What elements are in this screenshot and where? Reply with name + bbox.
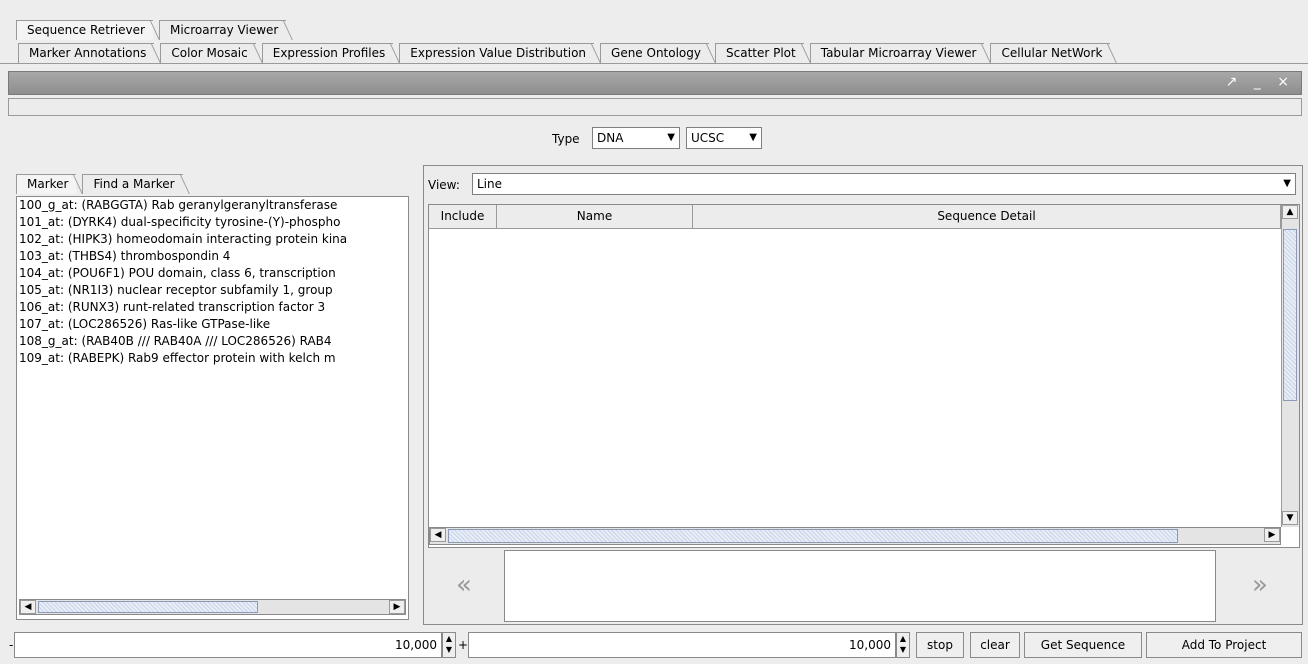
tab-gene-ontology[interactable]: Gene Ontology — [600, 43, 709, 63]
scroll-thumb[interactable] — [38, 601, 258, 613]
column-header-name[interactable]: Name — [497, 205, 693, 229]
scroll-right-icon[interactable]: ▶ — [389, 600, 405, 614]
upstream-spinner[interactable]: ▲ ▼ — [442, 632, 456, 658]
marker-list[interactable]: 100_g_at: (RABGGTA) Rab geranylgeranyltr… — [16, 196, 409, 620]
marker-items: 100_g_at: (RABGGTA) Rab geranylgeranyltr… — [17, 197, 408, 367]
source-select[interactable]: UCSC ▼ — [686, 127, 762, 149]
view-value: Line — [477, 177, 503, 191]
list-item[interactable]: 109_at: (RABEPK) Rab9 effector protein w… — [17, 350, 408, 367]
scroll-right-icon[interactable]: ▶ — [1264, 528, 1280, 542]
stop-button[interactable]: stop — [916, 632, 964, 658]
scroll-thumb-vertical[interactable] — [1283, 229, 1297, 401]
list-item[interactable]: 103_at: (THBS4) thrombospondin 4 — [17, 248, 408, 265]
scroll-down-icon[interactable]: ▼ — [1282, 511, 1298, 525]
scroll-up-icon[interactable]: ▲ — [1282, 205, 1298, 219]
list-item[interactable]: 101_at: (DYRK4) dual-specificity tyrosin… — [17, 214, 408, 231]
list-item[interactable]: 105_at: (NR1I3) nuclear receptor subfami… — [17, 282, 408, 299]
component-title-bar: ↗ _ × — [8, 71, 1302, 95]
chevron-down-icon: ▼ — [749, 132, 757, 143]
tab-tabular-microarray-viewer[interactable]: Tabular Microarray Viewer — [809, 43, 985, 63]
scroll-left-icon[interactable]: ◀ — [430, 528, 446, 542]
list-item[interactable]: 108_g_at: (RAB40B /// RAB40A /// LOC2865… — [17, 333, 408, 350]
nav-prev-button[interactable]: « — [428, 550, 500, 622]
tab-cellular-network[interactable]: Cellular NetWork — [990, 43, 1111, 63]
type-value: DNA — [597, 131, 624, 145]
progress-bar — [8, 98, 1302, 116]
upstream-input[interactable]: 10,000 — [14, 632, 442, 658]
tab-expression-profiles[interactable]: Expression Profiles — [261, 43, 394, 63]
scroll-thumb[interactable] — [448, 529, 1178, 543]
source-value: UCSC — [691, 131, 725, 145]
list-item[interactable]: 104_at: (POU6F1) POU domain, class 6, tr… — [17, 265, 408, 282]
marker-list-hscrollbar[interactable]: ◀ ▶ — [19, 599, 406, 615]
tab-marker[interactable]: Marker — [16, 174, 77, 194]
table-vscrollbar[interactable]: ▲ ▼ — [1281, 205, 1299, 527]
tab-sequence-retriever[interactable]: Sequence Retriever — [16, 20, 153, 40]
list-item[interactable]: 102_at: (HIPK3) homeodomain interacting … — [17, 231, 408, 248]
list-item[interactable]: 106_at: (RUNX3) runt-related transcripti… — [17, 299, 408, 316]
tab-color-mosaic[interactable]: Color Mosaic — [160, 43, 256, 63]
add-to-project-button[interactable]: Add To Project — [1146, 632, 1302, 658]
sequence-table: Include Name Sequence Detail ▲ ▼ ◀ ▶ — [428, 204, 1300, 548]
tab-marker-annotations[interactable]: Marker Annotations — [18, 43, 155, 63]
get-sequence-button[interactable]: Get Sequence — [1024, 632, 1142, 658]
table-hscrollbar[interactable]: ◀ ▶ — [429, 527, 1281, 545]
view-label: View: — [428, 178, 460, 192]
sequence-panel: View: Line ▼ Include Name Sequence Detai… — [423, 165, 1303, 625]
chevron-down-icon: ▼ — [667, 132, 675, 143]
left-tab-row: Marker Find a Marker — [0, 172, 183, 194]
plus-label: + — [458, 638, 469, 652]
chevron-down-icon: ▼ — [1283, 178, 1291, 189]
top-tab-row: Sequence Retriever Microarray Viewer — [0, 18, 287, 40]
column-header-include[interactable]: Include — [429, 205, 497, 229]
tab-microarray-viewer[interactable]: Microarray Viewer — [158, 20, 287, 40]
type-select[interactable]: DNA ▼ — [592, 127, 680, 149]
sequence-detail-area[interactable] — [504, 550, 1216, 622]
tab-expression-value-distribution[interactable]: Expression Value Distribution — [399, 43, 595, 63]
type-label: Type — [552, 132, 580, 146]
list-item[interactable]: 100_g_at: (RABGGTA) Rab geranylgeranyltr… — [17, 197, 408, 214]
scroll-left-icon[interactable]: ◀ — [20, 600, 36, 614]
list-item[interactable]: 107_at: (LOC286526) Ras-like GTPase-like — [17, 316, 408, 333]
tab-scatter-plot[interactable]: Scatter Plot — [715, 43, 804, 63]
view-select[interactable]: Line ▼ — [472, 173, 1296, 195]
column-header-sequence-detail[interactable]: Sequence Detail — [693, 205, 1281, 229]
downstream-input[interactable]: 10,000 — [468, 632, 896, 658]
window-controls[interactable]: ↗ _ × — [1226, 74, 1295, 90]
view-tab-row: Marker Annotations Color Mosaic Expressi… — [0, 42, 1308, 64]
downstream-spinner[interactable]: ▲ ▼ — [896, 632, 910, 658]
nav-next-button[interactable]: » — [1224, 550, 1296, 622]
minus-label: - — [9, 638, 14, 652]
clear-button[interactable]: clear — [970, 632, 1020, 658]
tab-find-marker[interactable]: Find a Marker — [82, 174, 183, 194]
